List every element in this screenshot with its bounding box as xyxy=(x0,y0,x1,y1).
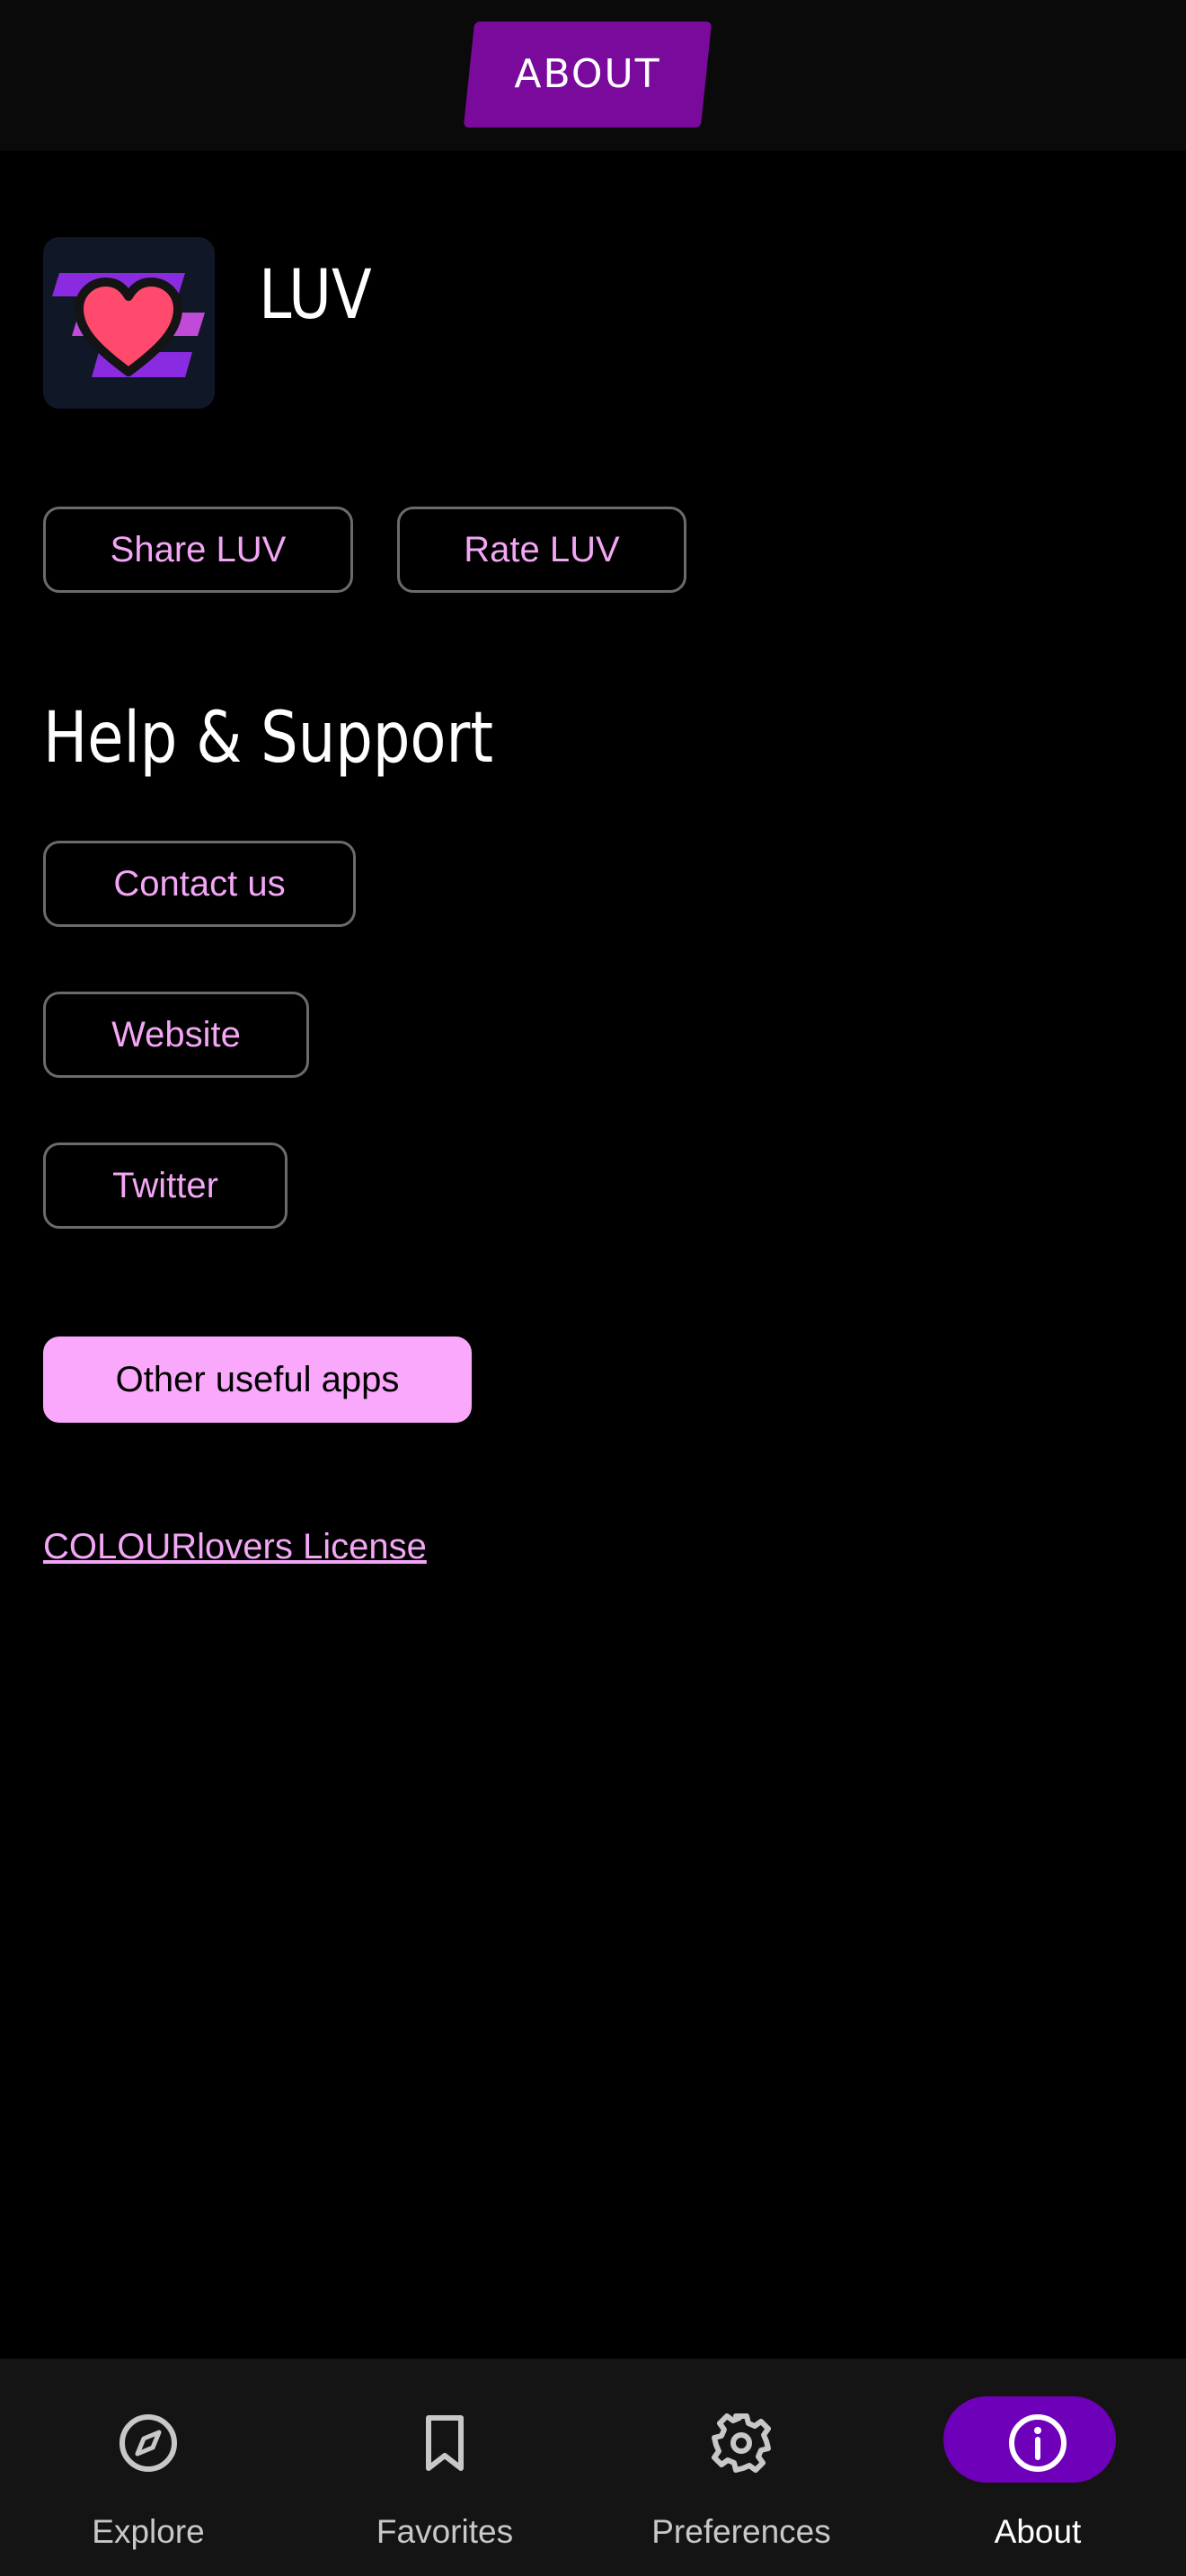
top-app-bar: ABOUT xyxy=(0,0,1186,151)
luv-logo-icon xyxy=(43,237,215,409)
info-icon xyxy=(1009,2414,1067,2472)
rate-button[interactable]: Rate LUV xyxy=(397,507,686,593)
nav-item-about[interactable]: About xyxy=(890,2359,1186,2576)
app-name: LUV xyxy=(259,254,372,334)
nav-label-preferences: Preferences xyxy=(651,2513,831,2550)
bottom-navigation: Explore Favorites Preferences About xyxy=(0,2359,1186,2576)
gear-icon xyxy=(712,2413,771,2473)
website-button[interactable]: Website xyxy=(43,992,309,1078)
other-apps-button[interactable]: Other useful apps xyxy=(43,1337,472,1423)
share-button[interactable]: Share LUV xyxy=(43,507,353,593)
contact-us-button[interactable]: Contact us xyxy=(43,841,356,927)
nav-item-explore[interactable]: Explore xyxy=(0,2359,296,2576)
compass-icon xyxy=(119,2414,177,2472)
page-title: ABOUT xyxy=(514,51,661,97)
nav-label-explore: Explore xyxy=(92,2513,205,2550)
nav-label-about: About xyxy=(994,2513,1082,2550)
section-title-help-support: Help & Support xyxy=(43,698,494,779)
twitter-button[interactable]: Twitter xyxy=(43,1142,288,1229)
nav-label-favorites: Favorites xyxy=(376,2513,514,2550)
bookmark-icon xyxy=(426,2415,464,2471)
nav-item-preferences[interactable]: Preferences xyxy=(593,2359,890,2576)
nav-item-favorites[interactable]: Favorites xyxy=(296,2359,593,2576)
license-link[interactable]: COLOURlovers License xyxy=(43,1522,427,1572)
